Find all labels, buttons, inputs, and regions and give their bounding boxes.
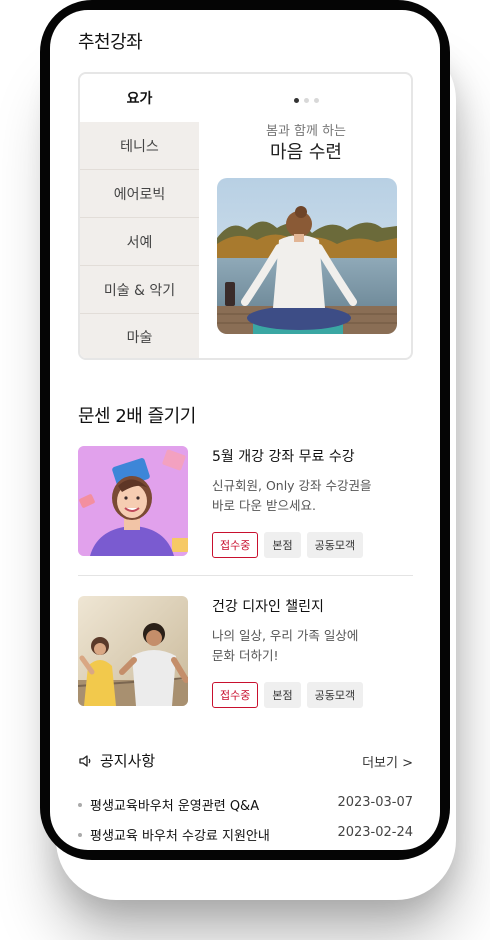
running-couple-photo[interactable] [78, 596, 188, 706]
event-desc-line: 신규회원, Only 강좌 수강권을 [212, 478, 372, 493]
notice-text: 평생교육바우처 운영관련 Q&A [90, 799, 260, 814]
carousel-dot[interactable] [294, 98, 299, 103]
coupon-girl-illustration[interactable] [78, 446, 188, 556]
event-tags: 접수중 본점 공동모객 [212, 532, 364, 558]
notice-item[interactable]: 평생교육바우처 운영관련 Q&A 2023-03-07 [78, 795, 413, 817]
event-item[interactable]: 건강 디자인 챌린지 나의 일상, 우리 가족 일상에 문화 더하기! 접수중 … [78, 596, 413, 708]
bullet-icon [78, 833, 82, 837]
phone-screen: 추천강좌 요가 테니스 에어로빅 서예 미술 & 악기 마술 봄과 함께 하는 … [50, 10, 440, 850]
yoga-photo[interactable] [217, 178, 397, 334]
notice-text: 평생교육 바우처 수강료 지원안내 [90, 829, 270, 844]
event-desc-line: 바로 다운 받으세요. [212, 498, 316, 513]
branch-badge: 본점 [264, 682, 301, 708]
carousel-dot[interactable] [314, 98, 319, 103]
divider [78, 575, 413, 576]
notice-date: 2023-03-07 [337, 795, 413, 810]
tab-art-instrument[interactable]: 미술 & 악기 [80, 266, 199, 314]
tab-aerobic[interactable]: 에어로빅 [80, 170, 199, 218]
event-description: 나의 일상, 우리 가족 일상에 문화 더하기! [212, 626, 412, 666]
category-tabs: 요가 테니스 에어로빅 서예 미술 & 악기 마술 [80, 74, 199, 358]
carousel-dots [294, 98, 319, 103]
notice-date: 2023-02-24 [337, 825, 413, 840]
speaker-icon [78, 753, 94, 773]
recommended-title: 추천강좌 [78, 32, 143, 53]
tab-calligraphy[interactable]: 서예 [80, 218, 199, 266]
joint-recruit-badge: 공동모객 [306, 532, 364, 558]
recommended-subtitle: 봄과 함께 하는 [265, 124, 347, 139]
event-desc-line: 문화 더하기! [212, 648, 279, 663]
event-desc-line: 나의 일상, 우리 가족 일상에 [212, 628, 359, 643]
carousel-dot[interactable] [304, 98, 309, 103]
status-badge: 접수중 [212, 532, 259, 558]
status-badge: 접수중 [212, 682, 259, 708]
bullet-icon [78, 803, 82, 807]
tab-yoga[interactable]: 요가 [80, 74, 199, 122]
notice-title: 공지사항 [100, 752, 156, 770]
notice-item[interactable]: 평생교육 바우처 수강료 지원안내 2023-02-24 [78, 825, 413, 847]
tab-tennis[interactable]: 테니스 [80, 122, 199, 170]
notice-header: 공지사항 더보기 > [78, 750, 413, 774]
event-item[interactable]: 5월 개강 강좌 무료 수강 신규회원, Only 강좌 수강권을 바로 다운 … [78, 446, 413, 558]
recommended-card: 요가 테니스 에어로빅 서예 미술 & 악기 마술 봄과 함께 하는 마음 수련 [78, 72, 413, 360]
events-title: 문센 2배 즐기기 [78, 406, 196, 427]
event-tags: 접수중 본점 공동모객 [212, 682, 364, 708]
branch-badge: 본점 [264, 532, 301, 558]
event-title: 건강 디자인 챌린지 [212, 599, 324, 615]
more-link[interactable]: 더보기 > [362, 752, 413, 771]
tab-magic[interactable]: 마술 [80, 314, 199, 358]
event-description: 신규회원, Only 강좌 수강권을 바로 다운 받으세요. [212, 476, 412, 516]
event-title: 5월 개강 강좌 무료 수강 [212, 449, 355, 465]
recommended-headline: 마음 수련 [270, 142, 342, 163]
joint-recruit-badge: 공동모객 [306, 682, 364, 708]
recommended-content: 봄과 함께 하는 마음 수련 [199, 74, 411, 358]
